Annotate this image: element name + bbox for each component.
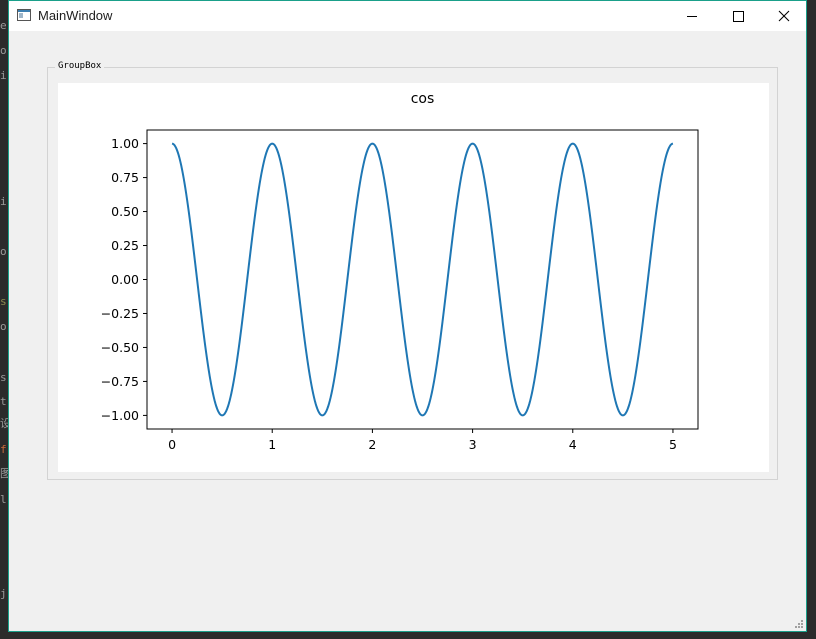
y-tick-label: −0.25 bbox=[101, 306, 139, 321]
background-glyph: i bbox=[0, 195, 7, 208]
x-tick-label: 0 bbox=[168, 437, 176, 452]
main-window: MainWindow GroupBox cos 0 1 2 3 4 5 1.00 0.75 0.5… bbox=[8, 0, 807, 632]
group-box-title: GroupBox bbox=[55, 61, 105, 71]
title-bar[interactable]: MainWindow bbox=[9, 1, 806, 31]
app-window-icon bbox=[17, 9, 31, 21]
close-icon bbox=[778, 10, 790, 22]
x-tick-label: 1 bbox=[268, 437, 276, 452]
background-glyph: j bbox=[0, 587, 7, 600]
x-tick-label: 5 bbox=[669, 437, 677, 452]
plot-canvas: cos 0 1 2 3 4 5 1.00 0.75 0.50 0.25 0.00 −0.25 −0.50 −… bbox=[58, 83, 769, 472]
maximize-button[interactable] bbox=[715, 1, 761, 31]
maximize-icon bbox=[733, 11, 744, 22]
x-tick-label: 2 bbox=[368, 437, 376, 452]
background-glyph: o bbox=[0, 320, 7, 333]
window-title: MainWindow bbox=[38, 8, 113, 23]
background-glyph: o bbox=[0, 44, 7, 57]
y-tick-label: −0.75 bbox=[101, 374, 139, 389]
background-glyph: i bbox=[0, 69, 7, 82]
background-glyph: e bbox=[0, 19, 7, 32]
minimize-button[interactable] bbox=[669, 1, 715, 31]
background-glyph: o bbox=[0, 245, 7, 258]
cos-chart: cos 0 1 2 3 4 5 1.00 0.75 0.50 0.25 0.00 −0.25 −0.50 −… bbox=[101, 91, 699, 452]
background-glyph: s bbox=[0, 371, 7, 384]
y-tick-label: −0.50 bbox=[101, 340, 139, 355]
x-tick-label: 3 bbox=[469, 437, 477, 452]
x-tick-label: 4 bbox=[569, 437, 577, 452]
y-tick-label: 0.00 bbox=[111, 272, 139, 287]
y-tick-label: 0.75 bbox=[111, 170, 139, 185]
background-glyph: t bbox=[0, 395, 7, 408]
series-line-cos bbox=[171, 142, 674, 417]
background-glyph: l bbox=[0, 493, 7, 506]
chart-title: cos bbox=[411, 91, 435, 107]
resize-grip-icon[interactable] bbox=[794, 619, 804, 629]
y-tick-label: 1.00 bbox=[111, 136, 139, 151]
y-tick-label: 0.50 bbox=[111, 204, 139, 219]
background-glyph: f bbox=[0, 443, 7, 456]
y-tick-label: 0.25 bbox=[111, 238, 139, 253]
background-glyph: 设 bbox=[0, 417, 11, 430]
axes-frame bbox=[146, 129, 699, 430]
y-tick-label: −1.00 bbox=[101, 408, 139, 423]
close-button[interactable] bbox=[761, 1, 807, 31]
background-glyph: s bbox=[0, 295, 7, 308]
background-glyph: 图 bbox=[0, 467, 11, 480]
minimize-icon bbox=[687, 16, 697, 17]
